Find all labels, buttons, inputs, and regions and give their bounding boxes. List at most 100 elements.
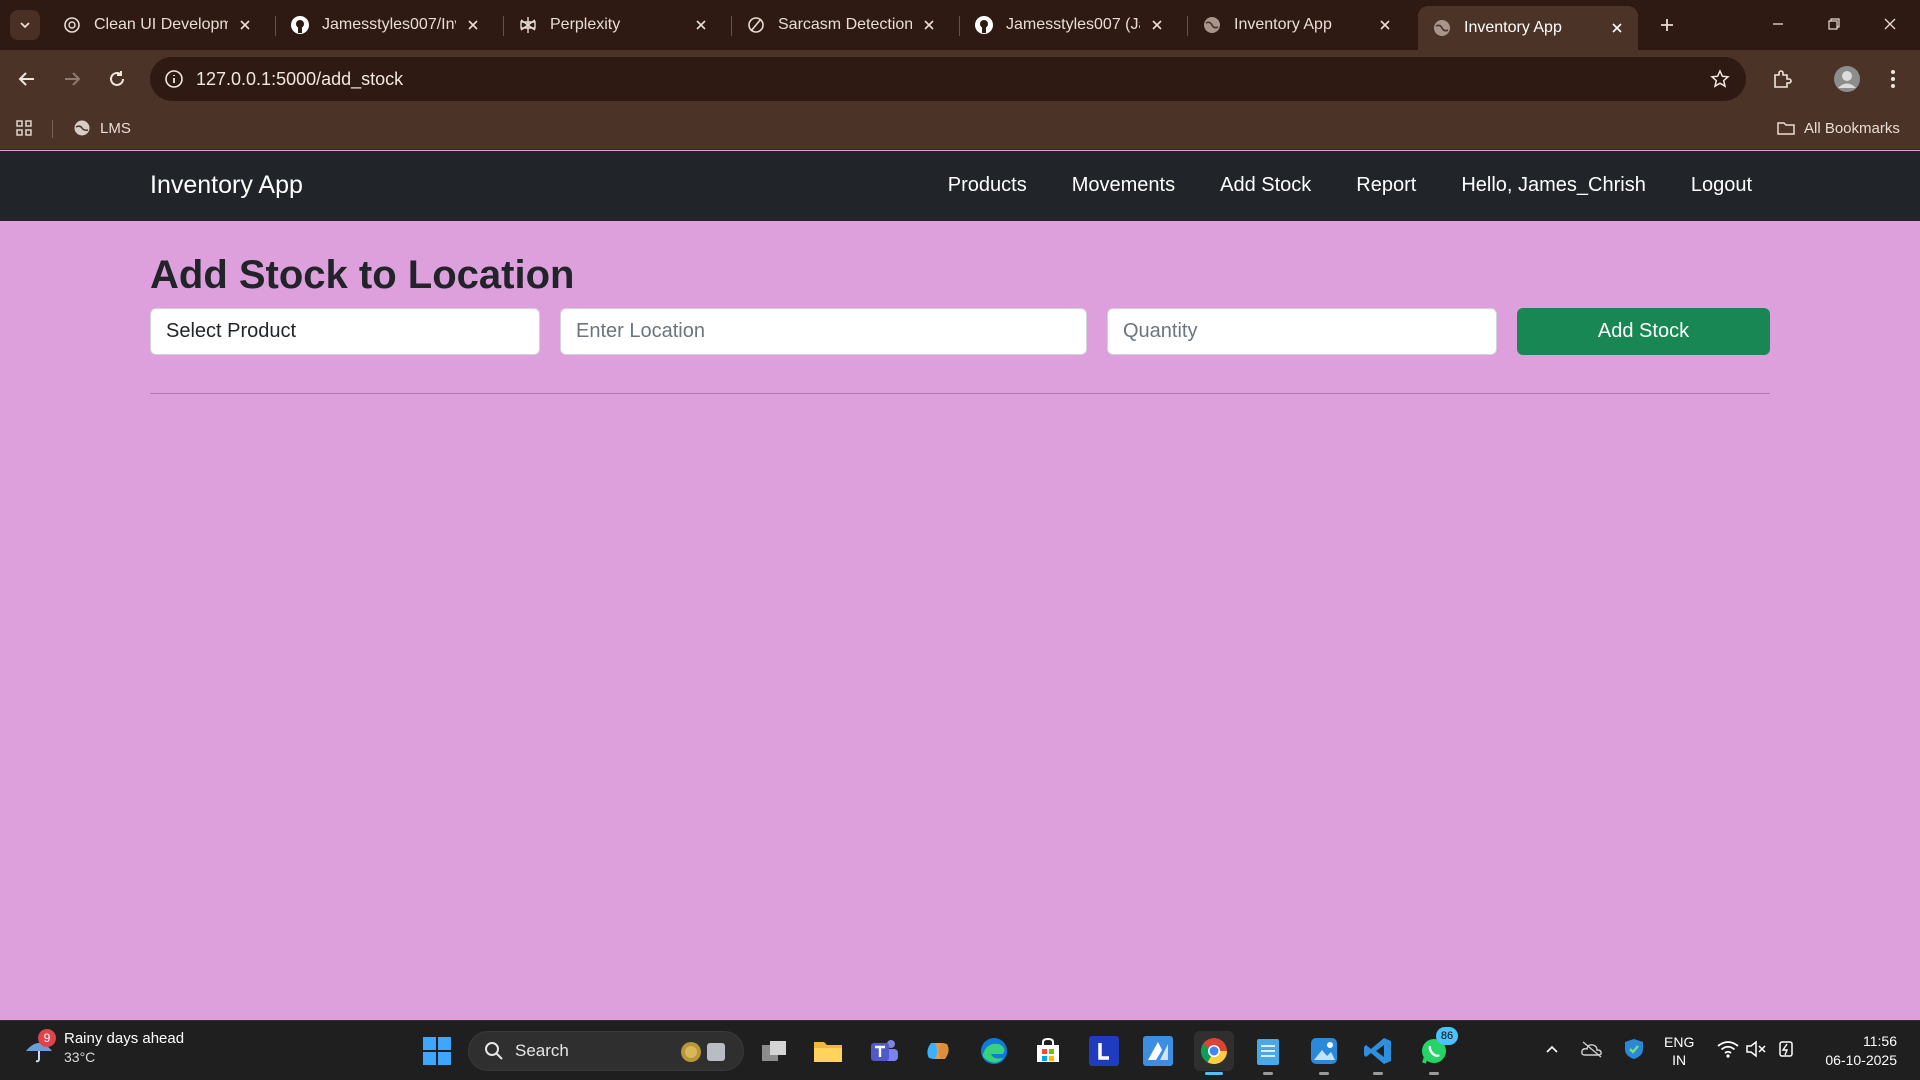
folder-icon (1776, 118, 1796, 138)
close-window-button[interactable] (1870, 8, 1910, 40)
arrow-left-icon (18, 72, 34, 86)
tab-title: Clean UI Developmen (94, 16, 228, 33)
taskbar-clock[interactable]: 11:56 06-10-2025 (1825, 1032, 1897, 1070)
new-tab-button[interactable] (1652, 10, 1682, 40)
show-hidden-icons-button[interactable] (1538, 1035, 1566, 1063)
running-indicator (1373, 1072, 1383, 1075)
store-button[interactable] (1028, 1031, 1068, 1071)
tab-title: Inventory App (1464, 19, 1562, 36)
forward-button[interactable] (55, 62, 89, 96)
close-icon[interactable] (1608, 19, 1626, 37)
language-indicator[interactable]: ENG IN (1664, 1033, 1694, 1069)
volume-button[interactable] (1742, 1035, 1770, 1063)
whatsapp-button[interactable]: 86 (1414, 1027, 1458, 1075)
language-region: IN (1672, 1052, 1687, 1068)
close-icon[interactable] (920, 16, 938, 34)
tab-title: Perplexity (550, 16, 621, 33)
address-bar[interactable]: 127.0.0.1:5000/add_stock (150, 57, 1746, 101)
edge-icon (981, 1038, 1007, 1064)
back-button[interactable] (10, 62, 44, 96)
github-icon (290, 15, 310, 35)
nav-link-movements[interactable]: Movements (1072, 174, 1175, 197)
start-button[interactable] (417, 1031, 457, 1071)
navbar-brand[interactable]: Inventory App (150, 171, 303, 200)
azure-icon (1143, 1036, 1173, 1066)
app-navbar: Inventory App Products Movements Add Sto… (0, 151, 1920, 221)
close-icon[interactable] (1376, 16, 1394, 34)
browser-tab[interactable]: Perplexity (504, 6, 722, 44)
browser-tab[interactable]: Jamesstyles007/Inven (276, 6, 494, 44)
browser-tab[interactable]: Clean UI Developmen (48, 6, 266, 44)
battery-button[interactable] (1772, 1035, 1800, 1063)
divider (150, 393, 1770, 394)
file-explorer-button[interactable] (808, 1031, 848, 1071)
notepad-icon (1257, 1039, 1279, 1065)
add-stock-button[interactable]: Add Stock (1517, 308, 1770, 355)
security-button[interactable] (1620, 1035, 1648, 1063)
product-select[interactable]: Select Product (150, 308, 540, 355)
location-input[interactable]: Enter Location (560, 308, 1087, 355)
azure-data-studio-button[interactable] (1138, 1031, 1178, 1071)
site-info-icon[interactable] (162, 67, 186, 91)
close-icon[interactable] (236, 16, 254, 34)
tab-search-button[interactable] (10, 10, 40, 40)
extensions-button[interactable] (1765, 62, 1799, 96)
globe-icon (1202, 15, 1222, 35)
browser-tab[interactable]: Jamesstyles007 (Jam (960, 6, 1178, 44)
minimize-button[interactable] (1758, 8, 1798, 40)
profile-button[interactable] (1830, 62, 1864, 96)
wifi-icon (1717, 1041, 1739, 1058)
minimize-icon (1773, 23, 1783, 25)
nav-link-report[interactable]: Report (1356, 174, 1416, 197)
close-icon[interactable] (692, 16, 710, 34)
clock-date: 06-10-2025 (1825, 1052, 1897, 1068)
bookmark-lms[interactable]: LMS (72, 118, 131, 138)
onedrive-button[interactable] (1578, 1035, 1606, 1063)
photos-icon (1311, 1038, 1337, 1064)
copilot-button[interactable] (918, 1031, 958, 1071)
browser-menu-button[interactable] (1876, 62, 1910, 96)
vscode-button[interactable] (1358, 1031, 1398, 1075)
globe-icon (72, 118, 92, 138)
nav-link-products[interactable]: Products (948, 174, 1027, 197)
photos-button[interactable] (1304, 1031, 1344, 1075)
task-view-icon (762, 1041, 786, 1061)
browser-tab[interactable]: Inventory App (1188, 6, 1406, 44)
bookmark-star-icon[interactable] (1708, 67, 1732, 91)
reload-button[interactable] (100, 62, 134, 96)
tab-title: Inventory App (1234, 16, 1332, 33)
quantity-input[interactable]: Quantity (1107, 308, 1497, 355)
reload-icon (110, 71, 124, 86)
tab-title: Jamesstyles007/Inven (322, 16, 456, 33)
rain-umbrella-icon: 9 (22, 1029, 56, 1065)
browser-tab-active[interactable]: Inventory App (1418, 6, 1638, 50)
taskbar-search[interactable]: Search (468, 1031, 744, 1071)
nav-link-add-stock[interactable]: Add Stock (1220, 174, 1311, 197)
search-label: Search (515, 1041, 569, 1060)
shield-icon (1625, 1039, 1643, 1059)
chrome-button[interactable] (1194, 1031, 1234, 1075)
restore-button[interactable] (1814, 8, 1854, 40)
nav-user-greeting[interactable]: Hello, James_Chrish (1461, 174, 1646, 197)
weather-title: Rainy days ahead (64, 1030, 185, 1047)
close-icon[interactable] (1148, 16, 1166, 34)
battery-charging-icon (1779, 1041, 1793, 1057)
browser-tab[interactable]: Sarcasm Detection M (732, 6, 950, 44)
main-content: Add Stock to Location Select Product Ent… (150, 221, 1770, 394)
all-bookmarks-button[interactable]: All Bookmarks (1776, 118, 1900, 138)
chevron-down-icon (20, 22, 30, 29)
bookmarks-bar: LMS All Bookmarks (0, 108, 1920, 150)
windows-logo-icon (423, 1037, 451, 1065)
weather-widget[interactable]: 9 Rainy days ahead 33°C (22, 1029, 184, 1067)
search-icon (483, 1040, 505, 1062)
edge-button[interactable] (974, 1031, 1014, 1071)
notepad-button[interactable] (1248, 1031, 1288, 1075)
apps-button[interactable] (14, 118, 42, 138)
l-app-button[interactable] (1084, 1031, 1124, 1071)
nav-link-logout[interactable]: Logout (1691, 174, 1752, 197)
teams-button[interactable] (864, 1031, 904, 1071)
task-view-button[interactable] (754, 1031, 794, 1071)
close-icon[interactable] (464, 16, 482, 34)
avatar (1834, 66, 1860, 92)
wifi-button[interactable] (1714, 1035, 1742, 1063)
